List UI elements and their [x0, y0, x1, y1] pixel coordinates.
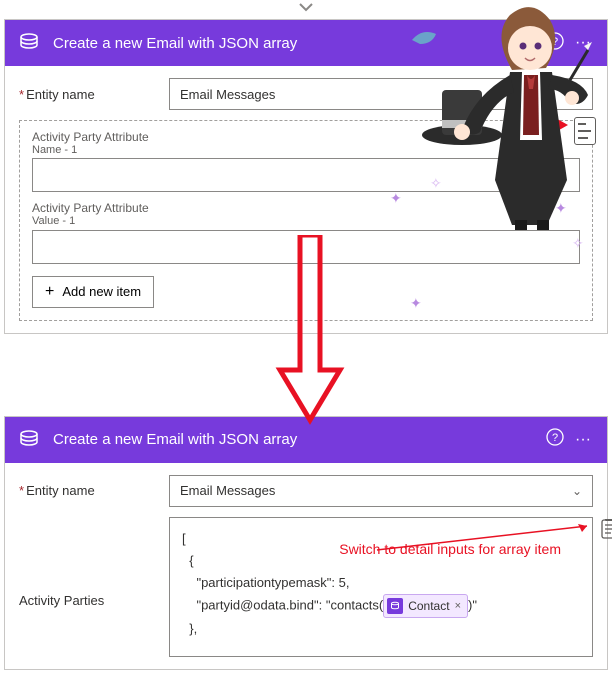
entity-name-row: *Entity name Email Messages ⌄ — [19, 475, 593, 507]
entity-name-label: *Entity name — [19, 87, 169, 102]
help-icon[interactable]: ? — [541, 428, 569, 451]
more-icon[interactable]: ··· — [569, 431, 597, 449]
add-new-item-button[interactable]: + Add new item — [32, 276, 154, 308]
sparkle-icon: ✧ — [572, 235, 584, 252]
entity-name-value: Email Messages — [180, 483, 275, 498]
entity-name-label: *Entity name — [19, 483, 169, 498]
sparkle-icon: ✦ — [410, 295, 422, 312]
card-title: Create a new Email with JSON array — [53, 431, 541, 448]
dataverse-icon — [15, 426, 43, 454]
svg-text:?: ? — [552, 432, 558, 444]
dynamic-token-contact[interactable]: Contact× — [383, 594, 468, 618]
activity-parties-label: Activity Parties — [19, 517, 169, 608]
action-card-2: Create a new Email with JSON array ? ···… — [4, 416, 608, 670]
chevron-down-icon: ⌄ — [572, 484, 582, 498]
dataverse-icon — [15, 29, 43, 57]
token-remove-icon[interactable]: × — [455, 597, 461, 616]
entity-name-select[interactable]: Email Messages ⌄ — [169, 475, 593, 507]
plus-icon: + — [45, 283, 54, 301]
dataverse-icon — [387, 598, 403, 614]
entity-name-value: Email Messages — [180, 87, 275, 102]
card-body: *Entity name Email Messages ⌄ Activity P… — [5, 463, 607, 669]
annotation-text: Switch to detail inputs for array item — [339, 541, 561, 557]
character-illustration — [392, 0, 592, 180]
annotation-big-down-arrow — [275, 235, 345, 425]
